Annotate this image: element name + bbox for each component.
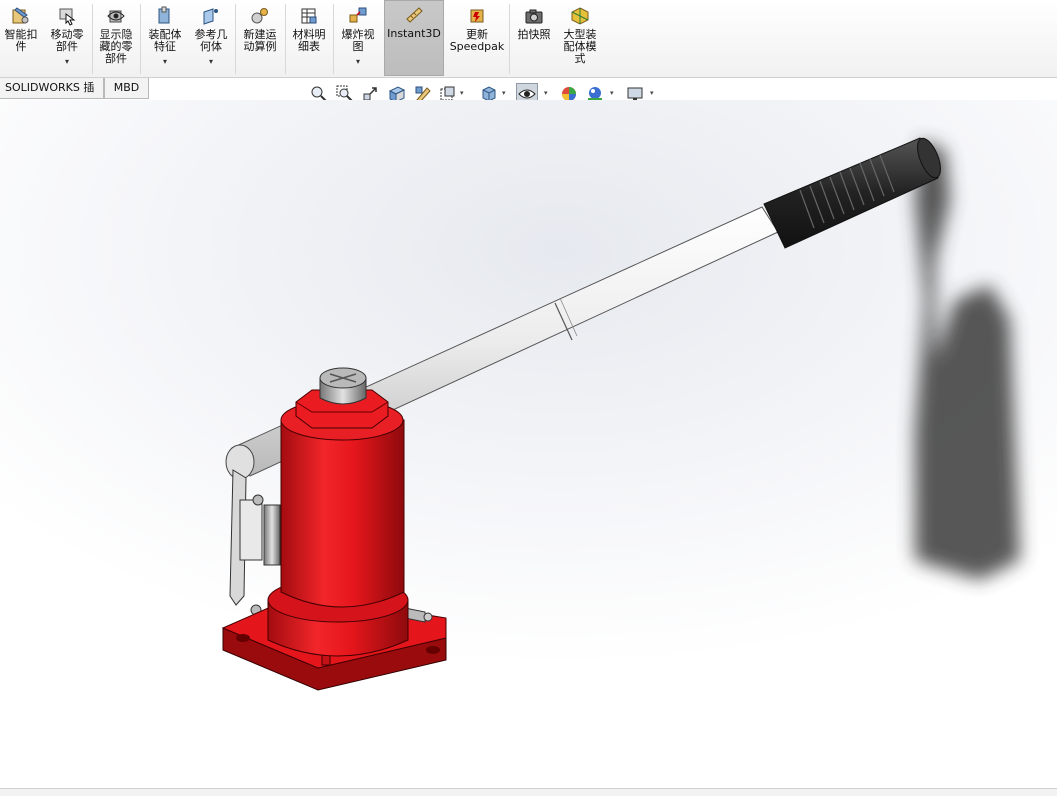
ribbon-separator xyxy=(140,4,141,74)
move-component-label: 移动零 部件 xyxy=(50,28,84,53)
display-style-dropdown-icon[interactable]: ▾ xyxy=(502,89,506,97)
show-hidden-components-button[interactable]: 显示隐 藏的零 部件 xyxy=(94,2,138,74)
tab-solidworks-addins[interactable]: SOLIDWORKS 插件 xyxy=(0,78,104,114)
smart-fastener-button[interactable]: 智能扣 件 xyxy=(2,2,40,74)
ribbon-separator xyxy=(333,4,334,74)
assembly-features-dropdown-icon[interactable]: ▾ xyxy=(163,56,167,68)
ribbon-separator xyxy=(285,4,286,74)
exploded-view-icon xyxy=(349,7,367,23)
move-component-dropdown-icon[interactable]: ▾ xyxy=(65,56,69,68)
assembly-features-button[interactable]: 装配体 特征 ▾ xyxy=(143,2,187,74)
view-orientation-dropdown-icon[interactable]: ▾ xyxy=(460,89,464,97)
reference-geometry-icon xyxy=(203,8,218,25)
camera-icon xyxy=(525,9,543,24)
large-assembly-label: 大型装 配体模 式 xyxy=(563,28,597,65)
bill-of-materials-button[interactable]: 材料明 细表 xyxy=(288,2,330,74)
speedpak-icon xyxy=(470,9,484,23)
instant3d-icon xyxy=(406,7,423,23)
view-settings-dropdown-icon[interactable]: ▾ xyxy=(650,89,654,97)
tab-mbd[interactable]: MBD xyxy=(104,78,149,99)
instant3d-button[interactable]: Instant3D xyxy=(384,0,444,76)
take-snapshot-button[interactable]: 拍快照 xyxy=(513,2,555,74)
reference-geometry-dropdown-icon[interactable]: ▾ xyxy=(209,56,213,68)
assembly-features-icon xyxy=(158,6,170,24)
show-hidden-icon xyxy=(107,10,125,23)
snapshot-label: 拍快照 xyxy=(517,28,551,41)
apply-scene-dropdown-icon[interactable]: ▾ xyxy=(610,89,614,97)
model-shadow xyxy=(915,140,1020,580)
update-speedpak-label: 更新 Speedpak xyxy=(449,28,505,53)
exploded-view-dropdown-icon[interactable]: ▾ xyxy=(356,56,360,68)
large-assembly-mode-button[interactable]: 大型装 配体模 式 xyxy=(558,2,602,74)
ribbon-separator xyxy=(92,4,93,74)
new-motion-study-label: 新建运 动算例 xyxy=(243,28,277,53)
show-hidden-label: 显示隐 藏的零 部件 xyxy=(99,28,133,65)
move-component-icon xyxy=(59,8,76,26)
move-component-button[interactable]: 移动零 部件 ▾ xyxy=(44,2,90,74)
bom-label: 材料明 细表 xyxy=(292,28,326,53)
exploded-view-label: 爆炸视 图 xyxy=(341,28,375,53)
assembly-features-label: 装配体 特征 xyxy=(148,28,182,53)
large-assembly-icon xyxy=(571,7,589,25)
reference-geometry-button[interactable]: 参考几 何体 ▾ xyxy=(189,2,233,74)
command-manager-ribbon: 智能扣 件 移动零 部件 ▾ 显示隐 藏的零 部件 装配体 特征 ▾ 参考几 何… xyxy=(0,0,1057,78)
instant3d-label: Instant3D xyxy=(387,27,441,40)
jack-cylinder xyxy=(267,367,409,657)
new-motion-study-button[interactable]: 新建运 动算例 xyxy=(238,2,282,74)
bom-table-icon xyxy=(301,8,317,24)
model-3d-render[interactable] xyxy=(0,100,1057,795)
update-speedpak-button[interactable]: 更新 Speedpak xyxy=(448,2,506,74)
reference-geometry-label: 参考几 何体 xyxy=(194,28,228,53)
motion-study-icon xyxy=(251,8,268,24)
hide-show-dropdown-icon[interactable]: ▾ xyxy=(544,89,548,97)
smart-fastener-label: 智能扣 件 xyxy=(4,28,38,53)
ribbon-separator xyxy=(509,4,510,74)
graphics-area[interactable] xyxy=(0,100,1057,795)
ribbon-separator xyxy=(235,4,236,74)
exploded-view-button[interactable]: 爆炸视 图 ▾ xyxy=(336,2,380,74)
smart-fastener-icon xyxy=(12,7,29,24)
